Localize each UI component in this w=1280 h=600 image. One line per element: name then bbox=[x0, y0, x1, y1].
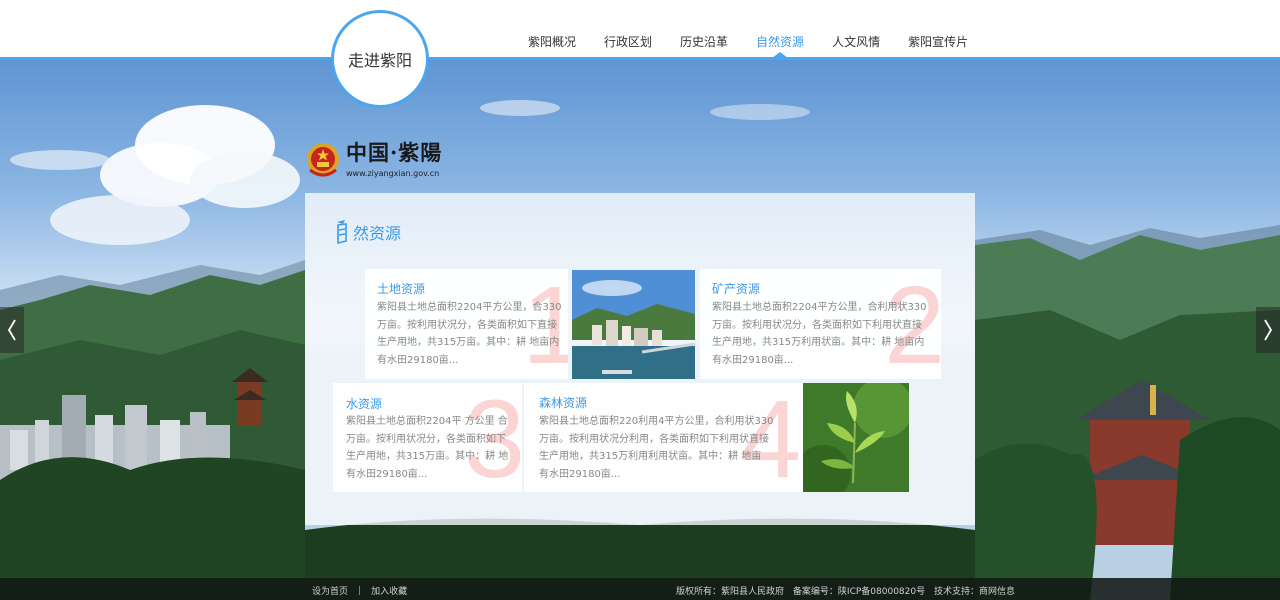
site-header bbox=[0, 0, 1280, 60]
card-desc: 紫阳县土地总面积2204平方公里，合利用状330 万亩。按利用状况分，各类面积如… bbox=[712, 302, 927, 366]
card-desc: 紫阳县土地总面积220利用4平方公里，合利用状330 万亩。按利用状况分利用，各… bbox=[539, 416, 774, 480]
resource-card-mineral[interactable]: 2 矿产资源 紫阳县土地总面积2204平方公里，合利用状330 万亩。按利用状况… bbox=[700, 269, 941, 379]
resource-card-water[interactable]: 3 水资源 紫阳县土地总面积2204平 方公里 合 万亩。按利用状况分，各类面积… bbox=[333, 383, 522, 492]
icp-info: 备案编号：陕ICP备08000820号 bbox=[792, 587, 926, 597]
nav-item-overview[interactable]: 紫阳概况 bbox=[528, 33, 576, 50]
city-river-image bbox=[572, 270, 695, 379]
feather-quill-icon bbox=[337, 220, 347, 245]
copyright-info: 版权所有：紫阳县人民政府 bbox=[676, 587, 785, 597]
nav-item-natural-resources[interactable]: 自然资源 bbox=[756, 33, 804, 58]
card-desc: 紫阳县土地总面积2204平 方公里 合 万亩。按利用状况分，各类面积如下 生产用… bbox=[346, 416, 509, 480]
brand-name: 中国·紫陽 bbox=[346, 140, 443, 165]
nav-item-culture[interactable]: 人文风情 bbox=[832, 33, 880, 50]
card-title[interactable]: 森林资源 bbox=[539, 394, 587, 411]
chevron-left-icon bbox=[7, 319, 16, 341]
panel-title-text: 然资源 bbox=[353, 224, 402, 243]
tea-leaves-photo[interactable] bbox=[803, 383, 909, 492]
resource-card-land[interactable]: 1 土地资源 紫阳县土地总面积2204平方公里，合330 万亩。按利用状况分，各… bbox=[365, 269, 568, 379]
footer-info: 版权所有：紫阳县人民政府 备案编号：陕ICP备08000820号 技术支持：商网… bbox=[676, 584, 1021, 597]
card-title[interactable]: 水资源 bbox=[346, 395, 382, 412]
chevron-right-icon bbox=[1264, 319, 1273, 341]
add-favorite-link[interactable]: 加入收藏 bbox=[371, 584, 407, 597]
nav-item-promo-video[interactable]: 紫阳宣传片 bbox=[908, 33, 968, 50]
tech-support-info: 技术支持：商网信息 bbox=[933, 587, 1016, 597]
card-desc: 紫阳县土地总面积2204平方公里，合330 万亩。按利用状况分，各类面积如下直接… bbox=[377, 302, 562, 366]
brand-url: www.ziyangxian.gov.cn bbox=[346, 169, 440, 178]
nav-item-history[interactable]: 历史沿革 bbox=[680, 33, 728, 50]
natural-resources-panel: 然资源 1 土地资源 紫阳县土地总面积2204平方公里，合330 万亩。按利用状… bbox=[305, 193, 975, 525]
site-footer: 设为首页 | 加入收藏 版权所有：紫阳县人民政府 备案编号：陕ICP备08000… bbox=[0, 578, 1280, 600]
logo-text: 走进紫阳 bbox=[347, 51, 412, 70]
slide-prev-button[interactable] bbox=[0, 307, 24, 353]
nav-item-districts[interactable]: 行政区划 bbox=[604, 33, 652, 50]
set-homepage-link[interactable]: 设为首页 bbox=[312, 584, 348, 597]
brand-text: 中国·紫陽 www.ziyangxian.gov.cn bbox=[346, 140, 442, 178]
footer-separator: | bbox=[358, 585, 362, 596]
site-logo[interactable]: 走进紫阳 bbox=[331, 10, 429, 108]
card-title[interactable]: 矿产资源 bbox=[712, 280, 760, 297]
slide-next-button[interactable] bbox=[1256, 307, 1280, 353]
brand-logo[interactable]: 中国·紫陽 www.ziyangxian.gov.cn bbox=[306, 140, 456, 182]
city-river-photo[interactable] bbox=[572, 270, 695, 379]
footer-links: 设为首页 | 加入收藏 bbox=[312, 584, 407, 598]
panel-title: 然资源 bbox=[333, 219, 401, 245]
resource-card-forest[interactable]: 4 森林资源 紫阳县土地总面积220利用4平方公里，合利用状330 万亩。按利用… bbox=[524, 383, 803, 492]
main-nav: 紫阳概况 行政区划 历史沿革 自然资源 人文风情 紫阳宣传片 bbox=[528, 33, 996, 58]
national-emblem-icon bbox=[307, 143, 339, 177]
card-title[interactable]: 土地资源 bbox=[377, 280, 425, 297]
tea-leaves-image bbox=[803, 383, 909, 492]
